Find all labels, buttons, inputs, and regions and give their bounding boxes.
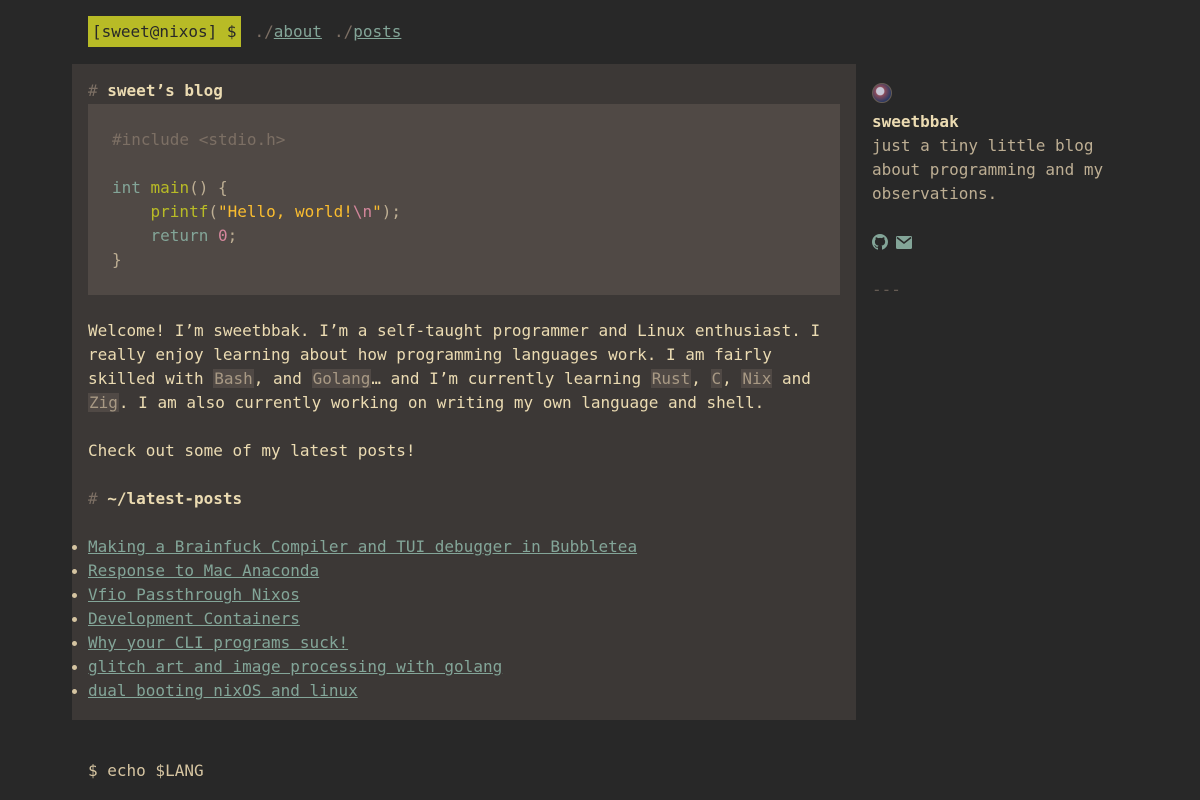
nav-item-about: ./about xyxy=(255,20,322,44)
nav-prefix: ./ xyxy=(254,21,274,41)
list-item: Development Containers xyxy=(72,607,840,631)
list-item: Response to Mac Anaconda xyxy=(72,559,840,583)
list-item: dual booting nixOS and linux xyxy=(72,679,840,703)
shell-prompt-badge: [sweet@nixos] $ xyxy=(88,16,241,47)
about-link[interactable]: about xyxy=(274,22,322,41)
nav-prefix: ./ xyxy=(333,21,354,41)
inline-code-bash: Bash xyxy=(213,369,254,388)
nav-item-posts: ./posts xyxy=(334,20,401,44)
post-link[interactable]: Why your CLI programs suck! xyxy=(88,633,348,652)
post-link[interactable]: glitch art and image processing with gol… xyxy=(88,657,502,676)
bullet-icon xyxy=(72,689,77,694)
post-link[interactable]: dual booting nixOS and linux xyxy=(88,681,358,700)
inline-code-rust: Rust xyxy=(650,369,692,388)
divider: --- xyxy=(872,280,901,299)
posts-list: Making a Brainfuck Compiler and TUI debu… xyxy=(72,535,840,703)
list-item: Why your CLI programs suck! xyxy=(72,631,840,655)
sidebar: sweetbbak just a tiny little blog about … xyxy=(872,80,1172,302)
bullet-icon xyxy=(72,569,77,574)
list-item: Vfio Passthrough Nixos xyxy=(72,583,840,607)
post-link[interactable]: Vfio Passthrough Nixos xyxy=(88,585,300,604)
mail-icon[interactable] xyxy=(896,235,912,249)
top-nav: [sweet@nixos] $ ./about ./posts xyxy=(88,16,413,47)
code-line: printf("Hello, world!\n"); xyxy=(150,202,401,221)
bullet-icon xyxy=(72,545,77,550)
inline-code-nix: Nix xyxy=(741,369,773,388)
main-content: # sweet’s blog #include <stdio.h> int ma… xyxy=(72,64,856,720)
code-line: } xyxy=(112,250,122,269)
latest-posts-heading: # ~/latest-posts xyxy=(88,489,243,508)
list-item: glitch art and image processing with gol… xyxy=(72,655,840,679)
bullet-icon xyxy=(72,593,77,598)
code-block: #include <stdio.h> int main() { printf("… xyxy=(88,104,840,295)
posts-link[interactable]: posts xyxy=(353,22,401,41)
github-icon[interactable] xyxy=(872,234,888,250)
post-link[interactable]: Response to Mac Anaconda xyxy=(88,561,319,580)
bullet-icon xyxy=(72,617,77,622)
inline-code-golang: Golang xyxy=(311,369,372,388)
social-links xyxy=(872,230,1172,254)
page-title: # sweet’s blog xyxy=(88,81,223,100)
bullet-icon xyxy=(72,665,77,670)
inline-code-c: C xyxy=(710,369,723,388)
bullet-icon xyxy=(72,641,77,646)
username: sweetbbak xyxy=(872,112,959,131)
intro-paragraph: Welcome! I’m sweetbbak. I’m a self-taugh… xyxy=(88,321,821,412)
post-link[interactable]: Making a Brainfuck Compiler and TUI debu… xyxy=(88,537,637,556)
code-line: return 0; xyxy=(150,226,238,245)
inline-code-zig: Zig xyxy=(88,393,119,412)
list-item: Making a Brainfuck Compiler and TUI debu… xyxy=(72,535,840,559)
avatar xyxy=(872,83,892,103)
footer-command: $ echo $LANG xyxy=(88,761,204,780)
code-line: int main() { xyxy=(112,178,228,197)
bio-text: just a tiny little blog about programmin… xyxy=(872,136,1104,203)
check-out-text: Check out some of my latest posts! xyxy=(88,441,416,460)
code-line: #include <stdio.h> xyxy=(112,130,286,149)
post-link[interactable]: Development Containers xyxy=(88,609,300,628)
